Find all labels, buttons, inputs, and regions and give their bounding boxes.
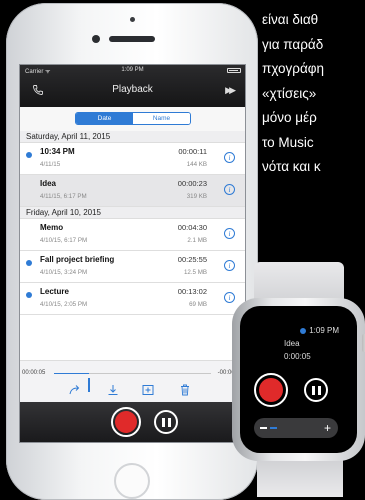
record-bar — [20, 402, 245, 442]
section-header: Saturday, April 11, 2015 — [20, 131, 245, 143]
section-header: Friday, April 10, 2015 — [20, 207, 245, 219]
info-icon[interactable]: i — [224, 184, 235, 195]
watch-band-bottom — [257, 458, 343, 497]
recording-date: 4/10/15, 3:24 PM — [40, 269, 88, 276]
recording-name: 10:34 PM — [40, 147, 75, 156]
recording-size: 319 KB — [186, 193, 207, 200]
status-time: 1:09 PM — [121, 67, 144, 73]
recording-duration: 00:00:23 — [177, 179, 207, 188]
nav-title: Playback — [112, 84, 153, 95]
info-icon[interactable]: i — [224, 152, 235, 163]
sort-bar: Date Name — [20, 107, 245, 132]
side-line: μόνο μέρ — [262, 110, 317, 125]
recording-row[interactable]: Lecture 4/10/15, 2:05 PM 00:13:02 69 MB i — [20, 283, 245, 315]
recording-row[interactable]: Memo 4/10/15, 6:17 PM 00:04:30 2.1 MB i — [20, 219, 245, 251]
watch-recording-name: Idea — [284, 339, 300, 348]
watch-recording-duration: 0:00:05 — [284, 352, 311, 361]
apple-watch-device: 1:09 PM Idea 0:00:05 + — [232, 298, 365, 461]
recordings-list: Saturday, April 11, 2015 10:34 PM 4/11/15 0… — [20, 131, 245, 315]
side-line: νότα και κ — [262, 159, 321, 174]
trash-icon[interactable] — [178, 383, 192, 397]
status-bar: Carrier ᯤ 1:09 PM — [20, 67, 245, 77]
home-button[interactable] — [114, 463, 150, 499]
recording-date: 4/11/15 — [40, 161, 61, 168]
watch-pause-button[interactable] — [304, 378, 328, 402]
recording-name: Memo — [40, 223, 64, 232]
watch-time: 1:09 PM — [300, 326, 339, 335]
side-line: πχογράφη — [262, 61, 325, 76]
scrubber-progress — [54, 373, 89, 374]
side-line: για παράδ — [262, 36, 324, 52]
recording-name: Idea — [40, 179, 57, 188]
download-icon[interactable] — [106, 383, 120, 397]
volume-minus-icon[interactable] — [260, 427, 267, 429]
add-icon[interactable] — [141, 383, 155, 397]
watch-time-label: 1:09 PM — [309, 326, 339, 335]
navigation-bar: Carrier ᯤ 1:09 PM Playback ▶▶ — [20, 65, 245, 107]
scrubber-track[interactable] — [54, 373, 211, 392]
elapsed-time: 00:00:05 — [22, 370, 46, 376]
recording-size: 2.1 MB — [187, 237, 207, 244]
side-paragraph: είναι διαθ για παράδ πχογράφη «χτίσεις» … — [262, 8, 365, 180]
watch-record-button[interactable] — [254, 373, 288, 407]
recording-date: 4/10/15, 6:17 PM — [40, 237, 88, 244]
unplayed-dot — [26, 292, 32, 298]
watch-screen: 1:09 PM Idea 0:00:05 + — [240, 306, 357, 453]
volume-level — [270, 427, 277, 429]
info-icon[interactable]: i — [224, 260, 235, 271]
side-line: «χτίσεις» — [262, 85, 317, 101]
unplayed-dot — [26, 260, 32, 266]
side-line: το Music — [262, 134, 314, 150]
recording-row[interactable]: Idea 4/11/15, 6:17 PM 00:00:23 319 KB i — [20, 175, 245, 207]
side-line: είναι διαθ — [262, 12, 319, 27]
recording-size: 69 MB — [189, 301, 207, 308]
recording-row[interactable]: Fall project briefing 4/10/15, 3:24 PM 00:… — [20, 251, 245, 283]
recording-name: Lecture — [40, 287, 69, 296]
top-dot — [130, 17, 135, 22]
info-icon[interactable]: i — [224, 228, 235, 239]
segment-name[interactable]: Name — [133, 113, 190, 124]
fast-forward-icon[interactable]: ▶▶ — [225, 85, 236, 96]
toolbar — [20, 383, 245, 399]
iphone-device: Carrier ᯤ 1:09 PM Playback ▶▶ Date Name … — [6, 3, 258, 500]
recording-date: 4/10/15, 2:05 PM — [40, 301, 88, 308]
watch-volume-control[interactable]: + — [254, 418, 338, 438]
front-camera — [92, 35, 100, 43]
recording-name: Fall project briefing — [40, 255, 115, 264]
earpiece-speaker — [109, 36, 155, 42]
recording-duration: 00:25:55 — [177, 255, 207, 264]
phone-screen: Carrier ᯤ 1:09 PM Playback ▶▶ Date Name … — [20, 65, 245, 442]
recording-row[interactable]: 10:34 PM 4/11/15 00:00:11 144 KB i — [20, 143, 245, 175]
recording-size: 12.5 MB — [183, 269, 207, 276]
record-button[interactable] — [111, 407, 141, 437]
segment-date[interactable]: Date — [76, 113, 133, 124]
share-icon[interactable] — [68, 383, 82, 397]
recording-date: 4/11/15, 6:17 PM — [40, 193, 87, 200]
unplayed-dot — [26, 152, 32, 158]
recording-duration: 00:04:30 — [177, 223, 207, 232]
pause-button[interactable] — [154, 410, 178, 434]
volume-plus-icon[interactable]: + — [324, 420, 331, 436]
sort-segmented-control: Date Name — [75, 112, 191, 125]
recording-duration: 00:13:02 — [177, 287, 207, 296]
info-icon[interactable]: i — [224, 292, 235, 303]
recording-duration: 00:00:11 — [178, 147, 207, 156]
playback-controls: 00:00:05 -00:00:18 — [20, 360, 245, 403]
recording-size: 144 KB — [186, 161, 207, 168]
battery-icon — [227, 68, 241, 73]
watch-recording-dot — [300, 327, 307, 334]
